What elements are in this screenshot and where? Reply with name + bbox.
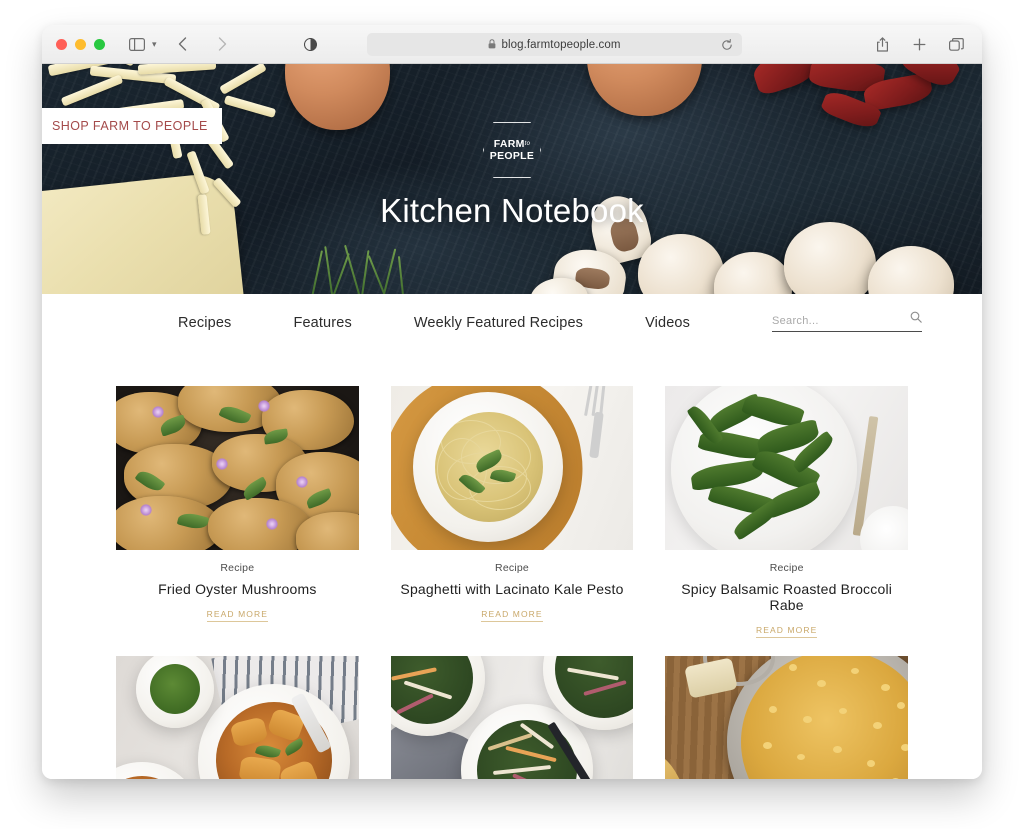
plus-icon[interactable]	[907, 33, 931, 55]
reader-view-icon[interactable]	[299, 33, 323, 55]
logo-text: FARMto PEOPLE	[490, 138, 534, 162]
toolbar-right-group	[870, 33, 968, 55]
site-navigation: Recipes Features Weekly Featured Recipes…	[42, 294, 982, 352]
post-thumbnail[interactable]	[665, 656, 908, 779]
page-title: Kitchen Notebook	[380, 192, 644, 229]
post-title[interactable]: Fried Oyster Mushrooms	[158, 581, 316, 597]
chopped-herbs	[150, 664, 200, 714]
logo-to: to	[524, 141, 531, 148]
second-stew-bowl	[116, 762, 202, 779]
post-card[interactable]	[116, 656, 359, 779]
post-thumbnail[interactable]	[665, 386, 908, 550]
url-text: blog.farmtopeople.com	[501, 38, 621, 51]
window-controls	[56, 38, 105, 50]
logo-line-1: FARM	[493, 137, 525, 150]
kale-slaw-bowls-photo	[390, 656, 634, 779]
fried-oyster-mushrooms-photo	[116, 386, 359, 550]
post-category: Recipe	[769, 562, 804, 574]
post-card[interactable]: Recipe Fried Oyster Mushrooms READ MORE	[116, 386, 359, 638]
spaghetti	[434, 412, 543, 522]
forward-chevron-icon[interactable]	[211, 33, 235, 55]
zoom-window-button[interactable]	[94, 38, 105, 50]
page-content: SHOP FARM TO PEOPLE FARMto PEOPLE Kitche…	[42, 64, 982, 779]
lock-icon	[488, 36, 496, 54]
address-bar-content: blog.farmtopeople.com	[488, 36, 620, 54]
post-card[interactable]: Recipe Spicy Balsamic Roasted Broccoli R…	[665, 386, 908, 638]
fresh-herbs	[306, 244, 416, 294]
search-icon[interactable]	[910, 310, 922, 328]
spaghetti-kale-pesto-photo	[390, 386, 634, 550]
browser-window: ▾ blog.farmtopeople.com SHOP FARM TO PEO…	[42, 25, 982, 779]
hero-banner: SHOP FARM TO PEOPLE FARMto PEOPLE Kitche…	[42, 64, 982, 294]
post-thumbnail[interactable]	[116, 656, 359, 779]
nav-item-features[interactable]: Features	[262, 315, 382, 331]
share-icon[interactable]	[870, 33, 894, 55]
post-thumbnail[interactable]	[390, 656, 634, 779]
close-window-button[interactable]	[56, 38, 67, 50]
show-tabs-icon[interactable]	[944, 33, 968, 55]
read-more-link[interactable]: READ MORE	[206, 609, 269, 622]
post-title[interactable]: Spaghetti with Lacinato Kale Pesto	[400, 581, 623, 597]
nav-item-weekly-featured-recipes[interactable]: Weekly Featured Recipes	[383, 315, 614, 331]
post-title[interactable]: Spicy Balsamic Roasted Broccoli Rabe	[665, 581, 908, 613]
post-card[interactable]: Recipe Spaghetti with Lacinato Kale Pest…	[390, 386, 634, 638]
post-category: Recipe	[495, 562, 529, 574]
browser-toolbar: ▾ blog.farmtopeople.com	[42, 25, 982, 64]
minimize-window-button[interactable]	[75, 38, 86, 50]
nav-items: Recipes Features Weekly Featured Recipes…	[147, 315, 721, 331]
reload-icon[interactable]	[721, 38, 733, 56]
hero-center-block: FARMto PEOPLE Kitchen Notebook	[42, 122, 982, 230]
corn-risotto-pan-photo	[665, 656, 908, 779]
sidebar-dropdown-icon[interactable]: ▾	[152, 39, 157, 50]
broccoli-rabe-photo	[665, 386, 908, 550]
search-field[interactable]	[772, 311, 922, 332]
post-card[interactable]	[390, 656, 634, 779]
back-chevron-icon[interactable]	[171, 33, 195, 55]
post-category: Recipe	[220, 562, 255, 574]
post-grid: Recipe Fried Oyster Mushrooms READ MORE	[42, 352, 982, 779]
nav-item-videos[interactable]: Videos	[614, 315, 721, 331]
post-thumbnail[interactable]	[116, 386, 359, 550]
logo-line-2: PEOPLE	[489, 150, 535, 163]
search-input[interactable]	[772, 314, 892, 327]
read-more-link[interactable]: READ MORE	[481, 609, 543, 622]
read-more-link[interactable]: READ MORE	[755, 625, 818, 638]
nav-item-recipes[interactable]: Recipes	[147, 315, 262, 331]
toolbar-left-group: ▾	[125, 33, 323, 55]
post-card[interactable]	[665, 656, 908, 779]
post-thumbnail[interactable]	[390, 386, 634, 550]
farm-to-people-logo[interactable]: FARMto PEOPLE	[483, 122, 541, 178]
address-bar[interactable]: blog.farmtopeople.com	[367, 33, 742, 56]
squash-stew-bowls-photo	[116, 656, 359, 779]
sidebar-toggle-icon[interactable]	[125, 33, 149, 55]
